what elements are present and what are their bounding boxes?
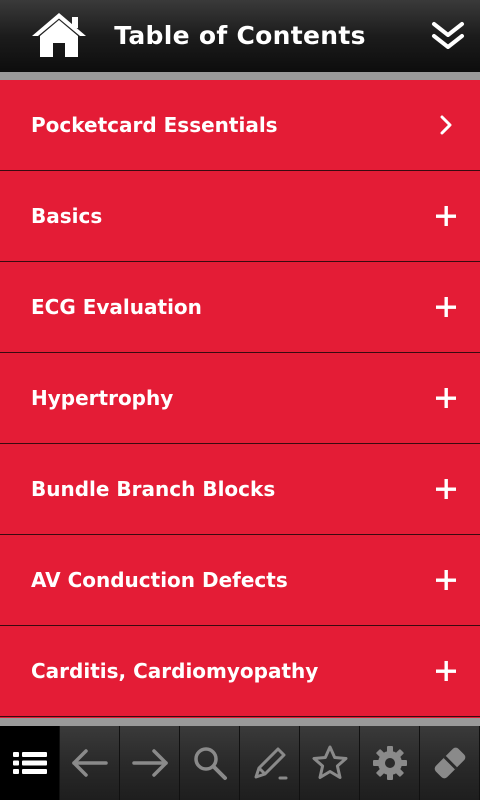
eraser-button[interactable] bbox=[420, 726, 480, 800]
double-chevron-down-icon bbox=[432, 22, 464, 49]
home-icon bbox=[32, 13, 86, 57]
toc-item-label: Carditis, Cardiomyopathy bbox=[31, 659, 319, 683]
toc-item-bundle-branch-blocks[interactable]: Bundle Branch Blocks bbox=[0, 444, 480, 535]
chevron-right-icon bbox=[440, 115, 452, 135]
toc-item-label: Basics bbox=[31, 204, 103, 228]
toc-item-hypertrophy[interactable]: Hypertrophy bbox=[0, 353, 480, 444]
settings-button[interactable] bbox=[360, 726, 420, 800]
collapse-all-button[interactable] bbox=[426, 14, 470, 58]
search-icon bbox=[194, 747, 227, 780]
toc-item-label: ECG Evaluation bbox=[31, 295, 202, 319]
toc-item-av-conduction-defects[interactable]: AV Conduction Defects bbox=[0, 535, 480, 626]
toc-list-button[interactable] bbox=[0, 726, 60, 800]
back-button[interactable] bbox=[60, 726, 120, 800]
plus-icon bbox=[436, 388, 456, 408]
bottom-toolbar bbox=[0, 726, 480, 800]
toc-list: Pocketcard Essentials Basics ECG Evaluat… bbox=[0, 80, 480, 718]
plus-icon bbox=[436, 479, 456, 499]
plus-icon bbox=[436, 297, 456, 317]
annotate-button[interactable] bbox=[240, 726, 300, 800]
favorites-button[interactable] bbox=[300, 726, 360, 800]
toc-item-label: Bundle Branch Blocks bbox=[31, 477, 276, 501]
plus-icon bbox=[436, 661, 456, 681]
home-button[interactable] bbox=[28, 10, 90, 60]
header-divider bbox=[0, 72, 480, 80]
toc-item-ecg-evaluation[interactable]: ECG Evaluation bbox=[0, 262, 480, 353]
app-window: Table of Contents Pocketcard Essentials … bbox=[0, 0, 480, 800]
search-button[interactable] bbox=[180, 726, 240, 800]
forward-button[interactable] bbox=[120, 726, 180, 800]
toc-item-label: AV Conduction Defects bbox=[31, 568, 288, 592]
eraser-icon bbox=[434, 747, 466, 779]
toc-item-basics[interactable]: Basics bbox=[0, 171, 480, 262]
arrow-left-icon bbox=[72, 749, 108, 777]
arrow-right-icon bbox=[132, 749, 168, 777]
header-bar: Table of Contents bbox=[0, 0, 480, 72]
toc-item-carditis-cardiomyopathy[interactable]: Carditis, Cardiomyopathy bbox=[0, 626, 480, 717]
toc-item-label: Hypertrophy bbox=[31, 386, 174, 410]
toc-item-pocketcard-essentials[interactable]: Pocketcard Essentials bbox=[0, 80, 480, 171]
toc-item-label: Pocketcard Essentials bbox=[31, 113, 278, 137]
pencil-icon bbox=[254, 747, 288, 780]
star-icon bbox=[312, 745, 348, 779]
page-title: Table of Contents bbox=[114, 21, 366, 50]
plus-icon bbox=[436, 206, 456, 226]
list-icon bbox=[13, 752, 47, 774]
toolbar-divider bbox=[0, 718, 480, 726]
gear-icon bbox=[373, 746, 407, 780]
plus-icon bbox=[436, 570, 456, 590]
